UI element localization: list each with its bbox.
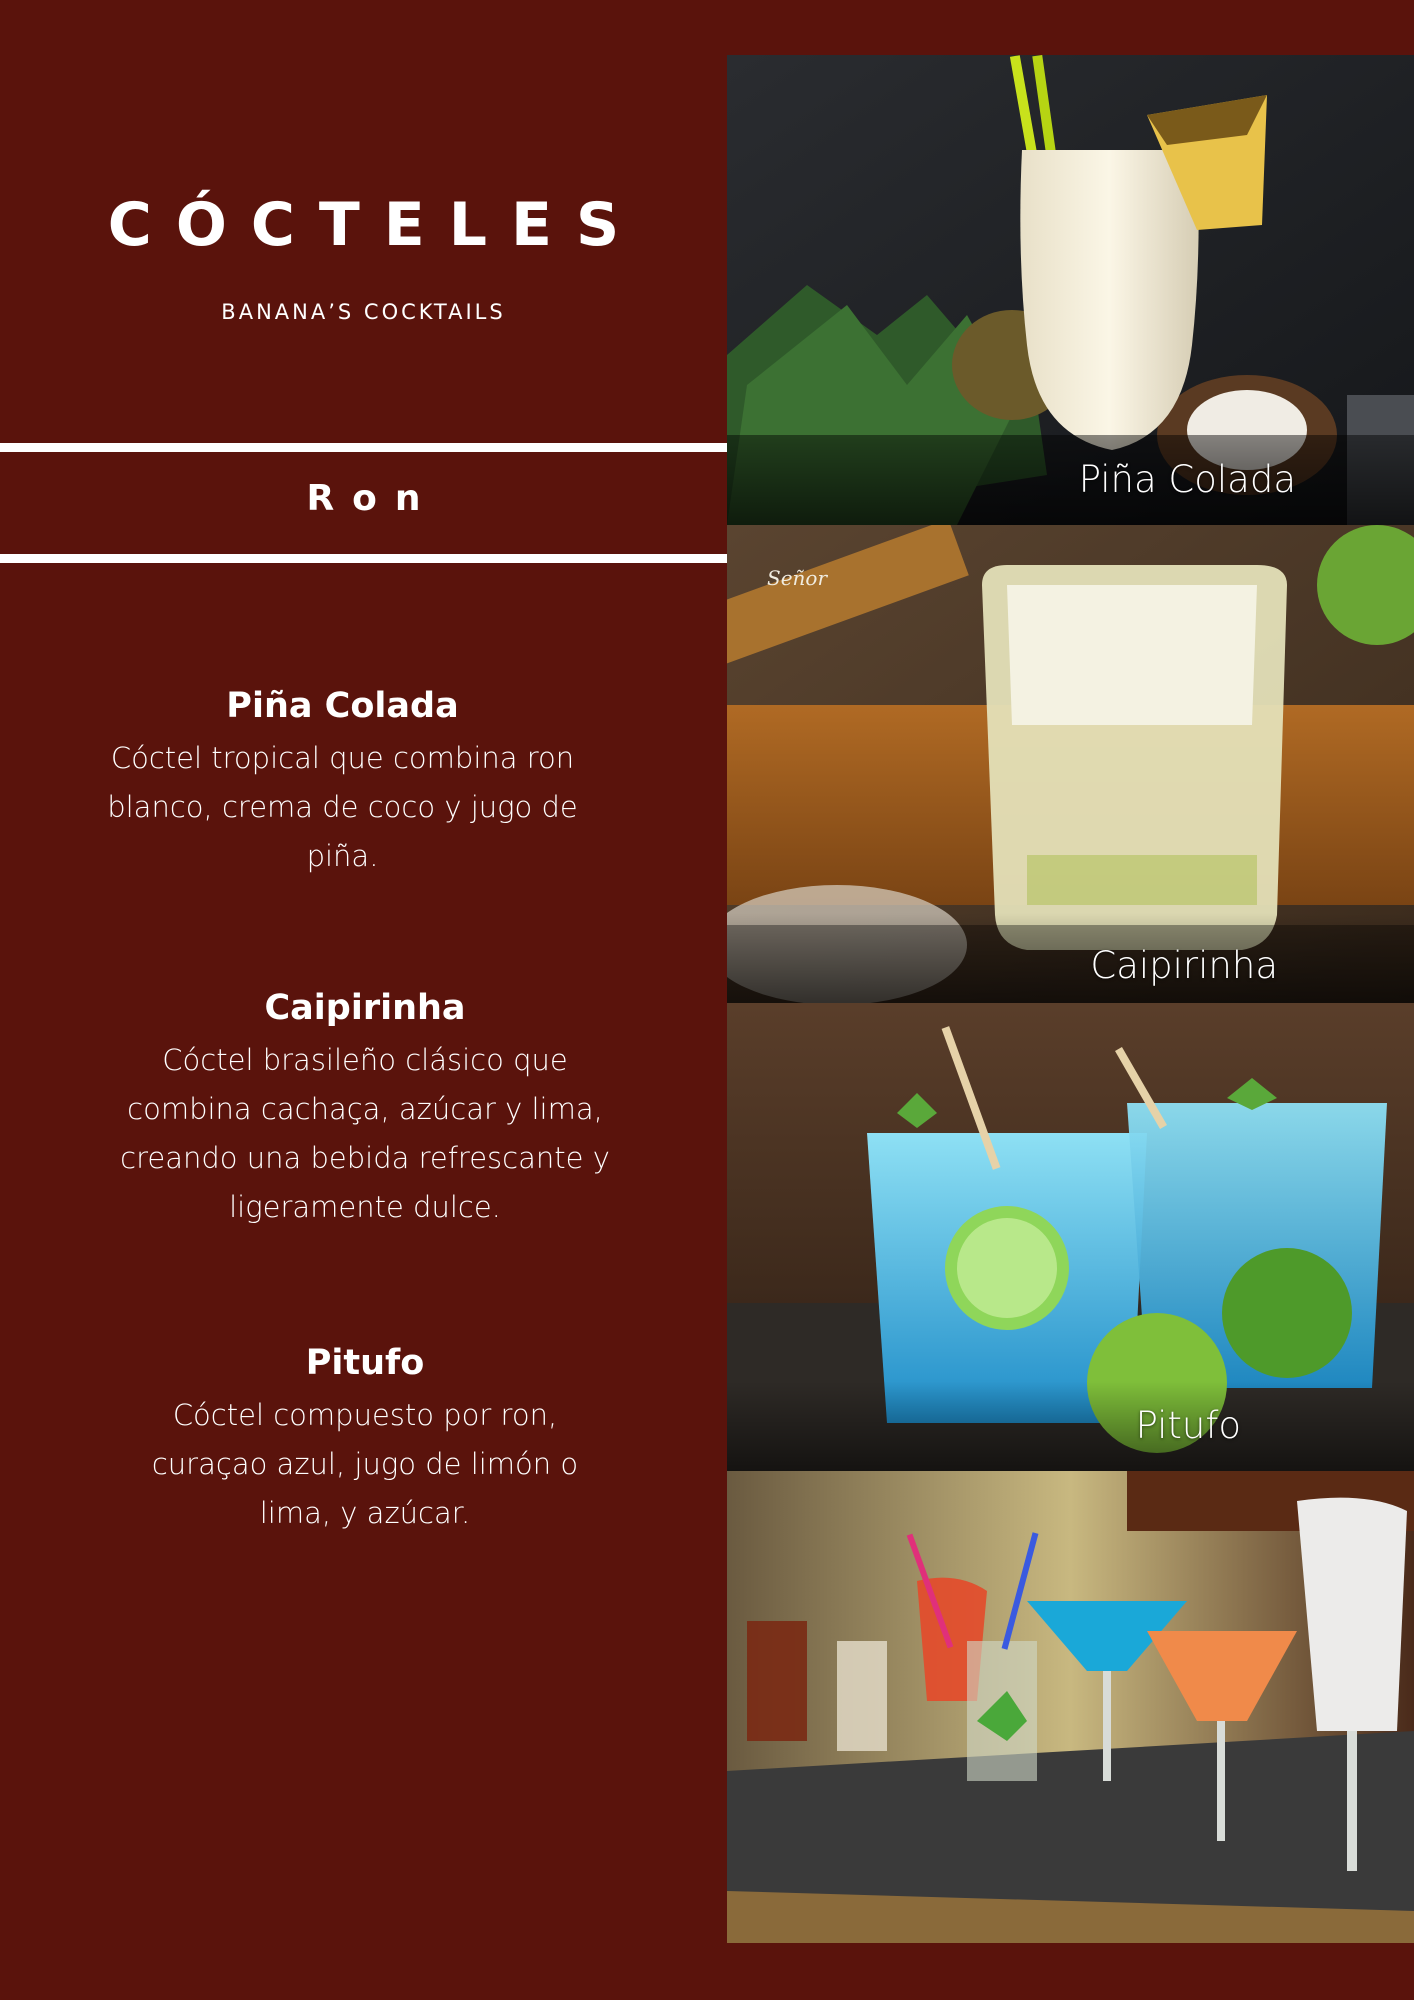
svg-text:Señor: Señor (767, 566, 828, 590)
page-subtitle: BANANA’S COCKTAILS (221, 300, 506, 324)
menu-item-description: Cóctel compuesto por ron, curaçao azul, … (151, 1398, 579, 1530)
divider-top (0, 443, 727, 452)
caption-shade (727, 1381, 1414, 1471)
cocktail-lineup-image (727, 1471, 1414, 1943)
photo-caipirinha: Señor Caipirinha (727, 525, 1414, 1003)
divider-bottom (0, 554, 727, 563)
menu-item-name: Piña Colada (226, 686, 459, 726)
menu-item-name: Caipirinha (264, 988, 466, 1028)
menu-item-pitufo: Pitufo Cóctel compuesto por ron, curaçao… (135, 1343, 595, 1538)
menu-item-description: Cóctel brasileño clásico que combina cac… (120, 1043, 610, 1224)
photo-pina-colada: Piña Colada (727, 55, 1414, 525)
photo-caption: Pitufo (1135, 1404, 1241, 1447)
page-title: CÓCTELES (107, 190, 644, 260)
menu-item-caipirinha: Caipirinha Cóctel brasileño clásico que … (115, 988, 615, 1232)
photo-caption: Piña Colada (1078, 458, 1296, 501)
section-heading: Ron (306, 478, 439, 519)
photo-caption: Caipirinha (1090, 944, 1278, 987)
menu-panel: CÓCTELES BANANA’S COCKTAILS Ron Piña Col… (0, 0, 727, 2000)
photo-cocktail-lineup (727, 1471, 1414, 1943)
photo-pitufo: Pitufo (727, 1003, 1414, 1471)
menu-item-pina-colada: Piña Colada Cóctel tropical que combina … (85, 686, 600, 881)
caption-shade (727, 913, 1414, 1003)
menu-item-description: Cóctel tropical que combina ron blanco, … (107, 741, 578, 873)
menu-item-name: Pitufo (305, 1343, 425, 1383)
caption-shade (727, 435, 1414, 525)
